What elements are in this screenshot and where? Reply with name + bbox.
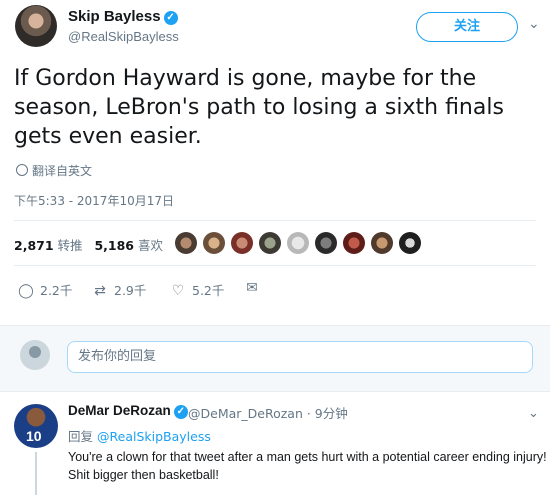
chevron-down-icon[interactable]: ⌄	[528, 405, 539, 421]
reply-author-name[interactable]: DeMar DeRozan ✓	[68, 403, 188, 419]
author-name-text[interactable]: Skip Bayless	[68, 8, 161, 25]
divider	[14, 220, 536, 221]
dm-button[interactable]: ✉	[244, 280, 266, 296]
author-avatar[interactable]	[15, 5, 57, 47]
reply-author-name-text[interactable]: DeMar DeRozan	[68, 403, 171, 418]
tweet-stats: 2,871 转推 5,186 喜欢	[14, 235, 163, 254]
thread-line	[35, 452, 37, 495]
liker-avatar[interactable]	[287, 232, 309, 254]
verified-badge-icon: ✓	[163, 11, 178, 25]
heart-icon: ♡	[171, 283, 185, 299]
liker-avatar[interactable]	[315, 232, 337, 254]
liker-avatar[interactable]	[259, 232, 281, 254]
retweet-button[interactable]: ⇄ 2.9千	[92, 280, 146, 299]
tweet-timestamp[interactable]: 下午5:33 - 2017年10月17日	[14, 192, 174, 209]
reply-to-prefix: 回复	[68, 429, 94, 444]
reply-count: 2.2千	[40, 283, 73, 298]
liker-avatar[interactable]	[399, 232, 421, 254]
liker-avatar[interactable]	[175, 232, 197, 254]
liker-avatar[interactable]	[343, 232, 365, 254]
retweet-icon: ⇄	[94, 283, 106, 299]
reply-icon: ◯	[18, 283, 34, 299]
reply-to-handle-link[interactable]: @RealSkipBayless	[97, 429, 211, 444]
reply-text: You're a clown for that tweet after a ma…	[68, 450, 547, 482]
translate-link[interactable]: 翻译自英文	[16, 162, 92, 179]
author-name[interactable]: Skip Bayless ✓	[68, 8, 178, 25]
verified-badge-icon: ✓	[173, 405, 188, 419]
like-button[interactable]: ♡ 5.2千	[170, 280, 225, 299]
likes-count[interactable]: 5,186	[94, 238, 134, 253]
retweets-label[interactable]: 转推	[58, 238, 83, 253]
message-icon: ✉	[246, 280, 258, 296]
reply-author-handle[interactable]: @DeMar_DeRozan · 9分钟	[188, 403, 348, 422]
like-count: 5.2千	[192, 283, 225, 298]
translate-label[interactable]: 翻译自英文	[32, 164, 92, 178]
jersey-number: 10	[26, 428, 42, 444]
retweet-count: 2.9千	[114, 283, 147, 298]
divider	[14, 265, 536, 266]
reply-button[interactable]: ◯ 2.2千	[18, 280, 72, 299]
retweets-count[interactable]: 2,871	[14, 238, 54, 253]
tweet-text: If Gordon Hayward is gone, maybe for the…	[14, 66, 504, 149]
user-avatar	[20, 340, 50, 370]
reply-input[interactable]: 发布你的回复	[67, 341, 533, 373]
globe-icon	[16, 164, 28, 176]
liker-avatar[interactable]	[203, 232, 225, 254]
liker-avatar[interactable]	[371, 232, 393, 254]
reply-to: 回复 @RealSkipBayless	[68, 426, 211, 445]
follow-button[interactable]: 关注	[416, 12, 518, 42]
author-handle[interactable]: @RealSkipBayless	[68, 29, 179, 44]
chevron-down-icon[interactable]: ⌄	[528, 15, 540, 32]
likes-label[interactable]: 喜欢	[138, 238, 163, 253]
reply-author-avatar[interactable]: 10	[14, 404, 58, 448]
liker-avatar[interactable]	[231, 232, 253, 254]
